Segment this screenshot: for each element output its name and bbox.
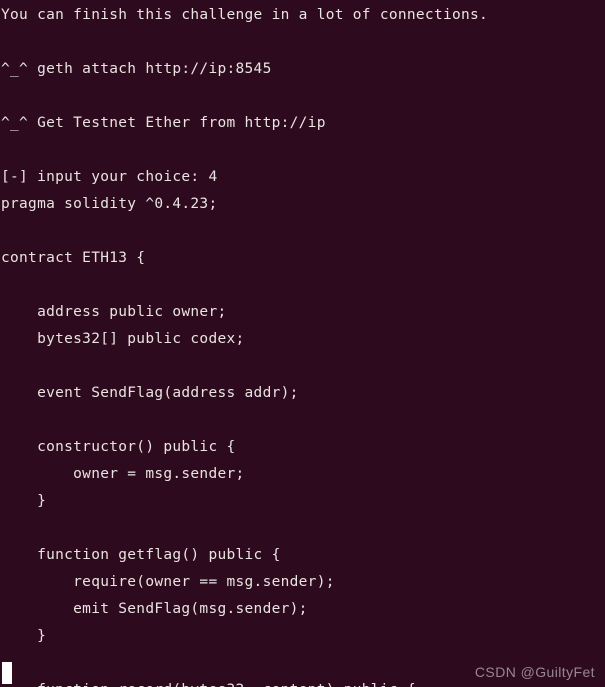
terminal-line: [-] input your choice: 4 <box>1 169 218 185</box>
watermark-label: CSDN @GuiltyFet <box>474 664 595 680</box>
terminal-line: emit SendFlag(msg.sender); <box>1 601 308 617</box>
terminal-line: function getflag() public { <box>1 547 281 563</box>
terminal-line: address public owner; <box>1 304 227 320</box>
terminal-line: } <box>1 628 47 644</box>
terminal-line: ^_^ geth attach http://ip:8545 <box>1 61 272 77</box>
terminal-line: contract ETH13 { <box>1 250 146 266</box>
terminal-line: constructor() public { <box>1 439 236 455</box>
terminal-window[interactable]: You can finish this challenge in a lot o… <box>0 0 605 687</box>
terminal-line: owner = msg.sender; <box>1 466 245 482</box>
terminal-line: ^_^ Get Testnet Ether from http://ip <box>1 115 326 131</box>
terminal-line: event SendFlag(address addr); <box>1 385 299 401</box>
terminal-line: bytes32[] public codex; <box>1 331 245 347</box>
terminal-line: You can finish this challenge in a lot o… <box>1 7 489 23</box>
text-cursor <box>2 662 12 684</box>
terminal-line: } <box>1 493 47 509</box>
terminal-line: require(owner == msg.sender); <box>1 574 335 590</box>
terminal-output: You can finish this challenge in a lot o… <box>0 0 605 687</box>
terminal-line: pragma solidity ^0.4.23; <box>1 196 218 212</box>
